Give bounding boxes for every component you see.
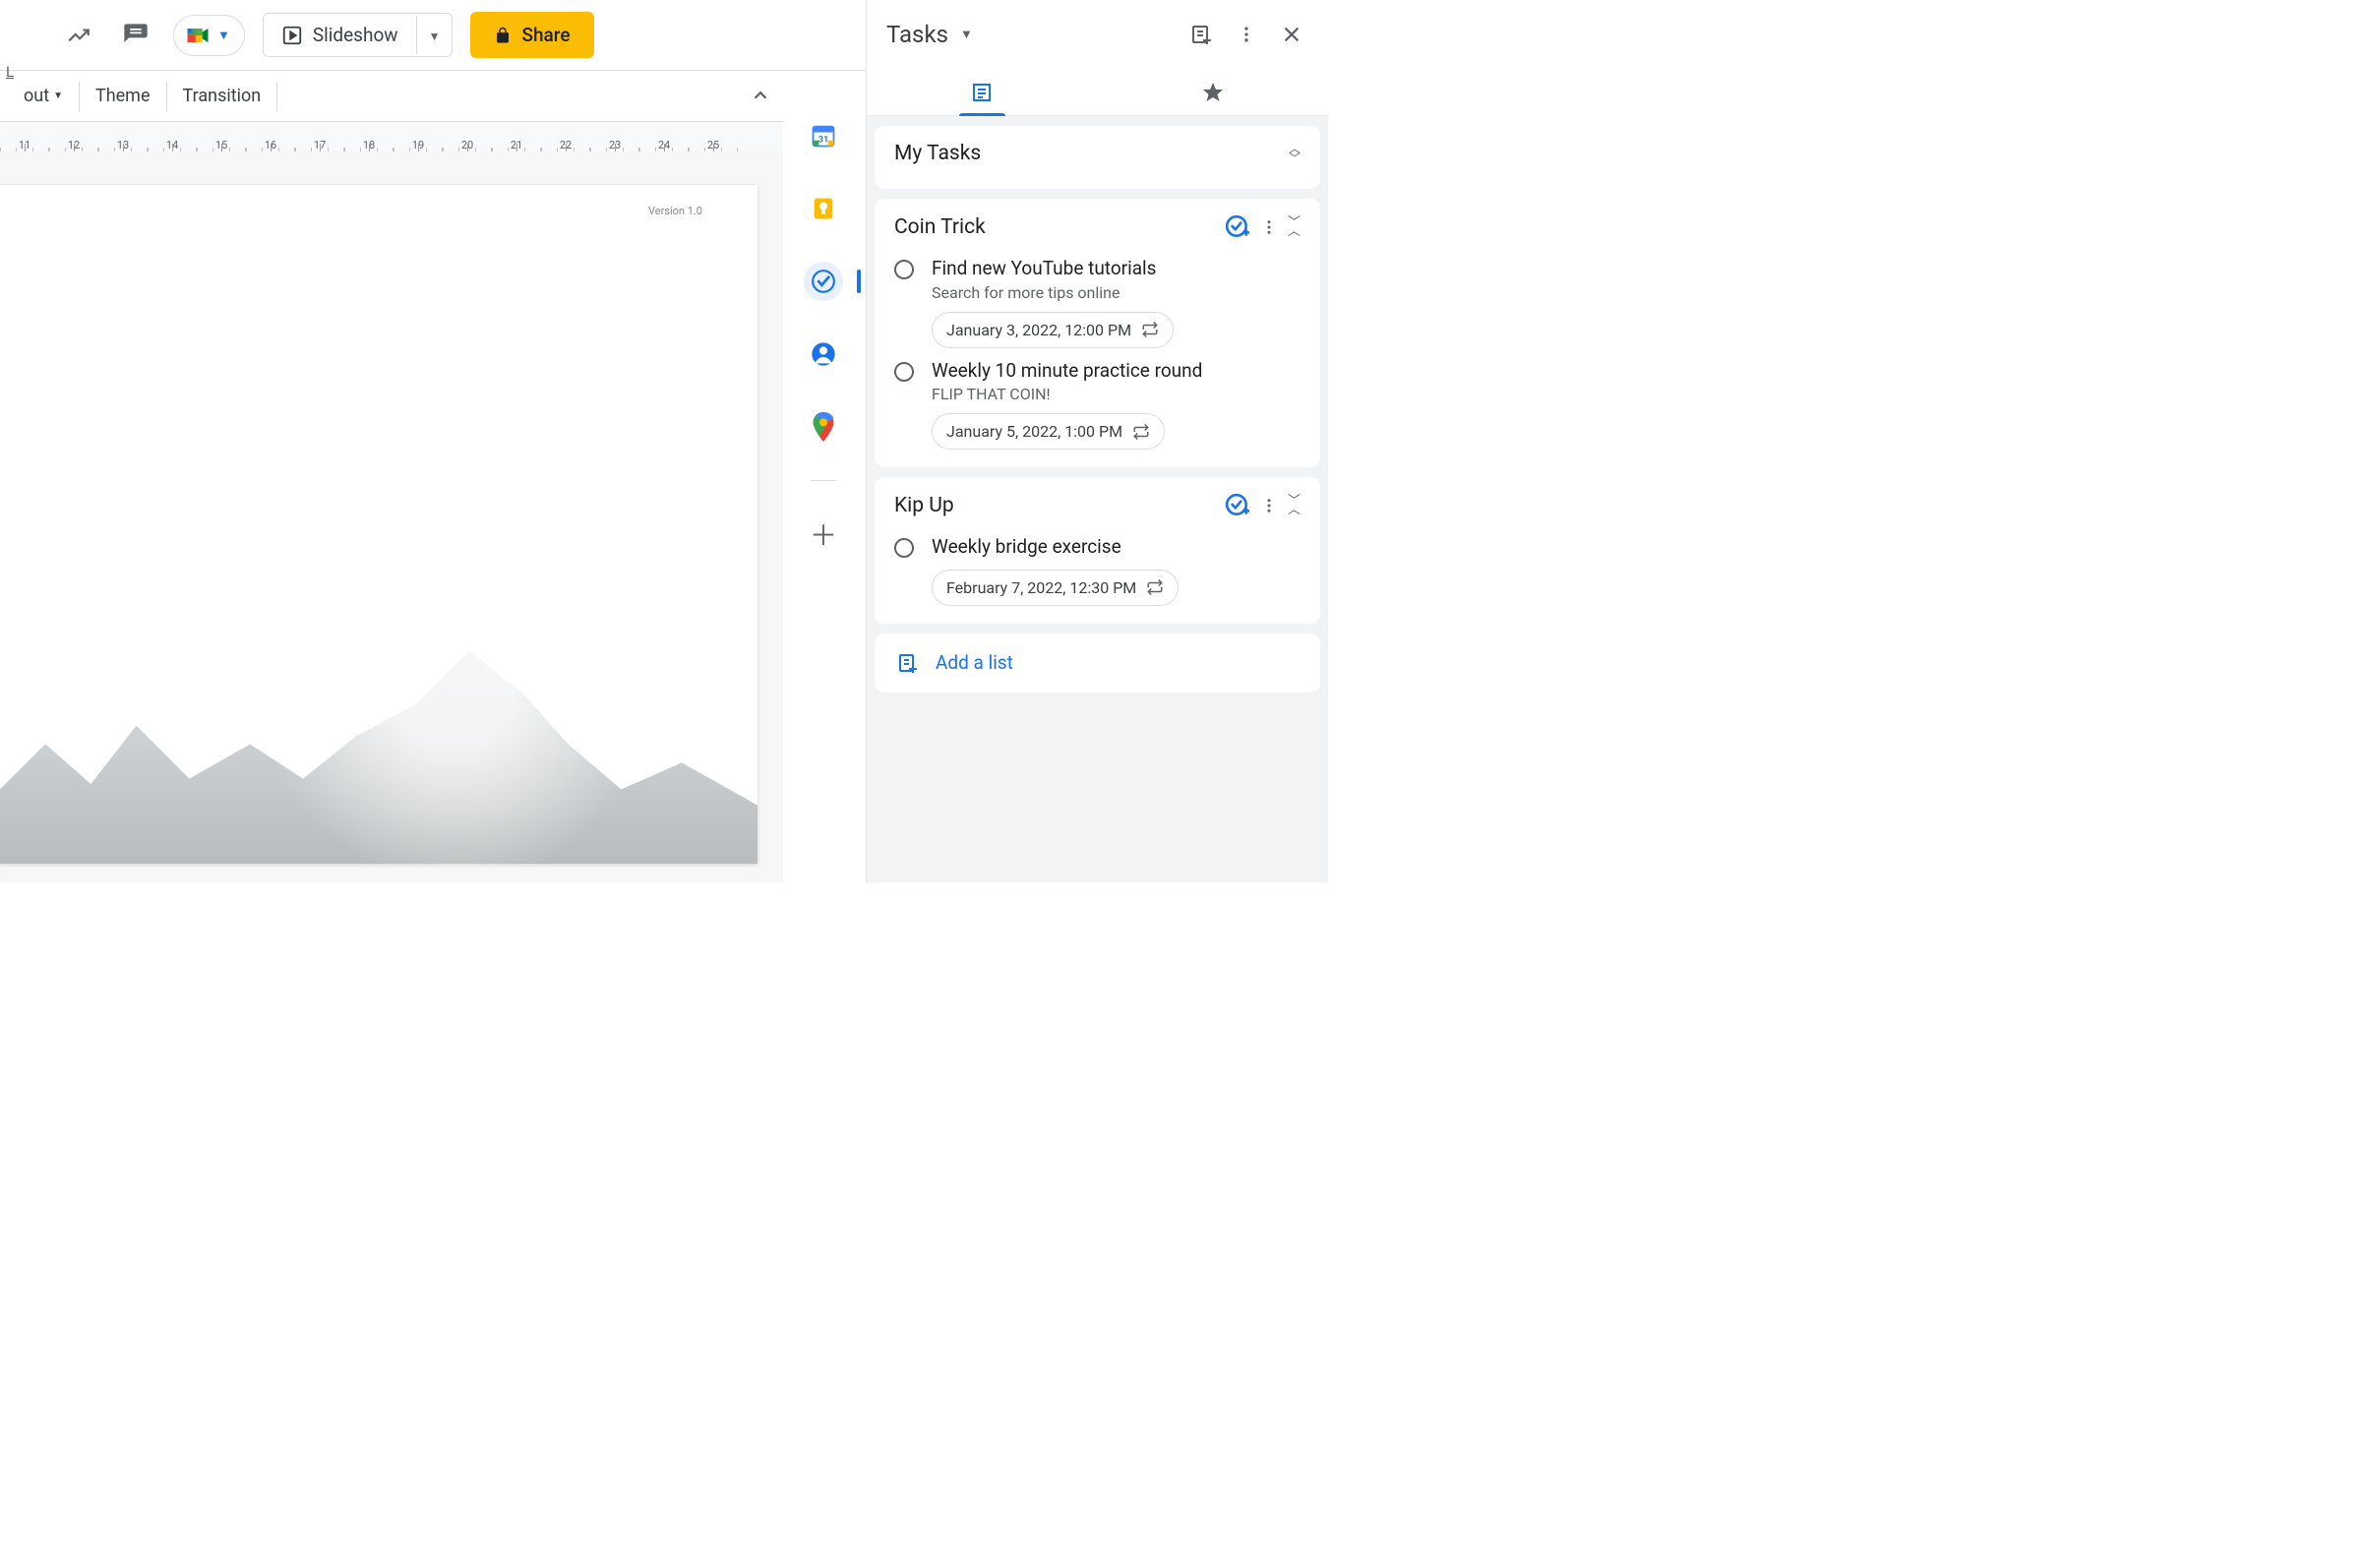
- tasks-panel-title: Tasks: [886, 21, 948, 48]
- tab-starred[interactable]: [1098, 69, 1329, 115]
- chevron-down-icon[interactable]: ▼: [960, 27, 973, 42]
- task-item: Find new YouTube tutorials Search for mor…: [894, 246, 1301, 348]
- transition-menu[interactable]: Transition: [167, 82, 278, 111]
- tasks-panel-header: Tasks ▼: [867, 0, 1328, 69]
- task-title[interactable]: Weekly 10 minute practice round: [932, 358, 1301, 384]
- slideshow-dropdown[interactable]: ▼: [416, 16, 453, 54]
- calendar-app-icon[interactable]: 31: [804, 116, 843, 155]
- maps-app-icon[interactable]: [804, 407, 843, 447]
- lock-icon: [494, 27, 512, 44]
- comment-icon[interactable]: [116, 16, 155, 55]
- repeat-icon: [1146, 578, 1164, 596]
- share-button[interactable]: Share: [470, 12, 593, 58]
- repeat-icon: [1141, 321, 1159, 338]
- task-list-card: Coin Trick ﹀︿ Find new YouTube tutorials Se…: [875, 199, 1320, 467]
- chevron-down-icon: ▼: [429, 30, 441, 43]
- task-item: Weekly bridge exercise February 7, 2022, …: [894, 524, 1301, 606]
- task-list-card: My Tasks ︿﹀: [875, 126, 1320, 189]
- list-more-icon[interactable]: [1260, 497, 1278, 514]
- tasks-body: My Tasks ︿﹀ Coin Trick ﹀︿ Find new YouTube t…: [867, 116, 1328, 882]
- layout-menu[interactable]: out▼: [8, 82, 80, 111]
- format-menubar: out▼ Theme Transition: [0, 71, 783, 122]
- task-date-chip[interactable]: February 7, 2022, 12:30 PM: [932, 570, 1179, 606]
- task-complete-checkbox[interactable]: [894, 362, 914, 382]
- tasks-tabbar: [867, 69, 1328, 116]
- task-date-chip[interactable]: January 5, 2022, 1:00 PM: [932, 413, 1165, 450]
- expand-collapse-icon[interactable]: ︿﹀: [1289, 144, 1301, 163]
- rail-divider: [811, 480, 836, 481]
- collapse-list-icon[interactable]: ﹀︿: [1288, 497, 1301, 514]
- collapse-list-icon[interactable]: ﹀︿: [1288, 218, 1301, 236]
- more-options-icon[interactable]: [1230, 18, 1263, 51]
- contacts-app-icon[interactable]: [804, 334, 843, 374]
- task-complete-checkbox[interactable]: [894, 260, 914, 279]
- task-complete-checkbox[interactable]: [894, 538, 914, 558]
- task-title[interactable]: Weekly bridge exercise: [932, 534, 1301, 560]
- add-task-icon[interactable]: [1225, 493, 1250, 518]
- slideshow-label: Slideshow: [313, 24, 398, 46]
- task-subtitle: Search for more tips online: [932, 283, 1301, 302]
- star-icon: [1201, 81, 1225, 104]
- close-panel-icon[interactable]: [1275, 18, 1308, 51]
- chevron-down-icon: ▼: [53, 90, 63, 101]
- collapse-toolbar-icon[interactable]: [750, 85, 771, 106]
- share-label: Share: [521, 24, 570, 46]
- task-list-card: Kip Up ﹀︿ Weekly bridge exercise February 7…: [875, 477, 1320, 624]
- slideshow-button-group: Slideshow ▼: [263, 13, 454, 57]
- task-title[interactable]: Find new YouTube tutorials: [932, 256, 1301, 281]
- list-more-icon[interactable]: [1260, 218, 1278, 236]
- meet-icon: [184, 22, 212, 49]
- task-subtitle: FLIP THAT COIN!: [932, 385, 1301, 403]
- slide-canvas[interactable]: Version 1.0: [0, 151, 783, 882]
- slide[interactable]: Version 1.0: [0, 185, 757, 864]
- svg-text:31: 31: [818, 134, 829, 145]
- play-icon: [281, 25, 303, 46]
- list-view-icon: [970, 81, 994, 104]
- side-app-rail: 31 ＋: [787, 98, 860, 554]
- list-name: My Tasks: [894, 142, 1279, 165]
- slideshow-button[interactable]: Slideshow: [264, 14, 416, 56]
- chevron-down-icon: ▼: [217, 28, 230, 43]
- slide-background-image: [0, 598, 757, 864]
- add-list-button[interactable]: Add a list: [875, 633, 1320, 693]
- meet-button[interactable]: ▼: [173, 15, 245, 56]
- analytics-icon[interactable]: [59, 16, 98, 55]
- version-label: Version 1.0: [648, 205, 702, 217]
- tasks-panel: Tasks ▼ My Tasks ︿﹀ Coin Trick ﹀︿ Find new Y…: [866, 0, 1328, 882]
- repeat-icon: [1132, 423, 1150, 441]
- add-task-icon[interactable]: [1225, 214, 1250, 240]
- task-item: Weekly 10 minute practice roundFLIP THAT…: [894, 348, 1301, 451]
- tasks-app-icon[interactable]: [804, 262, 843, 301]
- task-date-chip[interactable]: January 3, 2022, 12:00 PM: [932, 312, 1174, 348]
- theme-menu[interactable]: Theme: [80, 82, 167, 111]
- horizontal-ruler: 111213141516171819202122232425: [0, 122, 783, 151]
- list-name: Coin Trick: [894, 215, 1215, 239]
- list-name: Kip Up: [894, 494, 1215, 517]
- add-task-header-icon[interactable]: [1184, 18, 1218, 51]
- add-app-button[interactable]: ＋: [810, 514, 837, 554]
- keep-app-icon[interactable]: [804, 189, 843, 228]
- tab-all-lists[interactable]: [867, 69, 1098, 115]
